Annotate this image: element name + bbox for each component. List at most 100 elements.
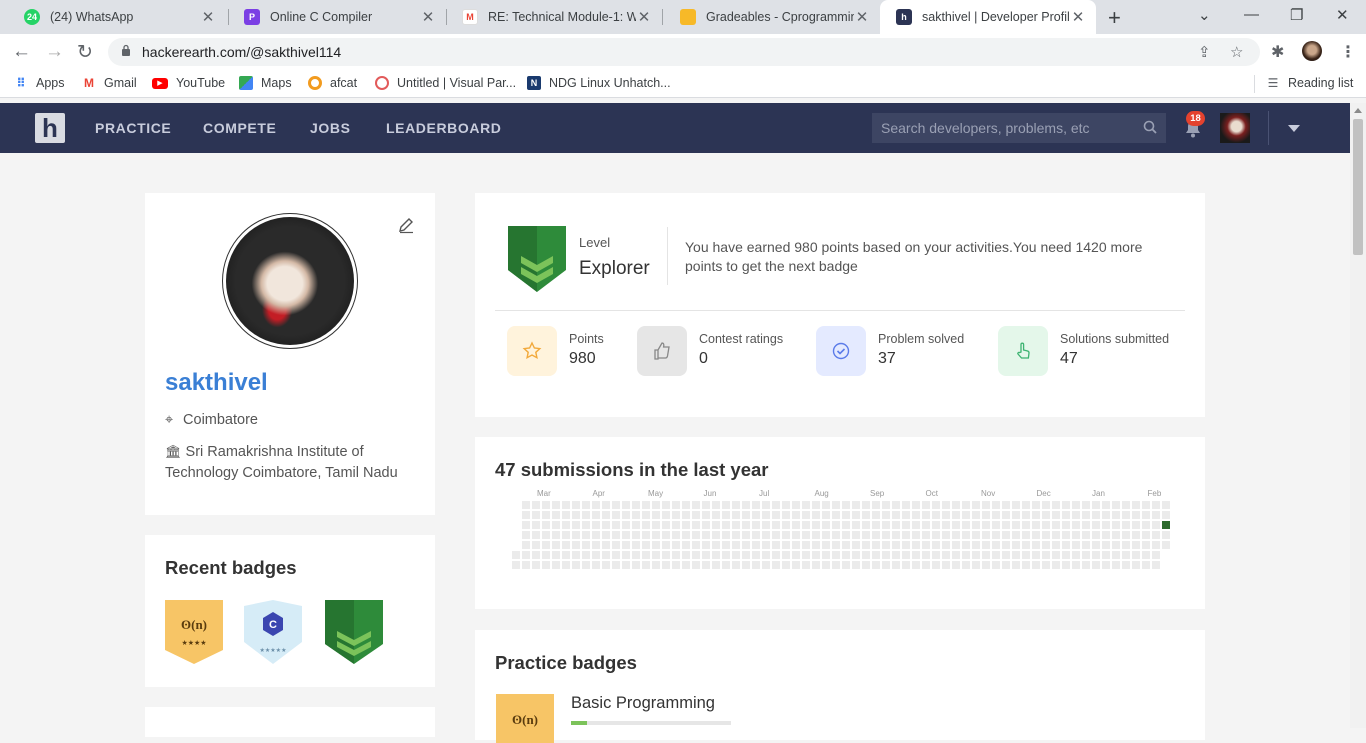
new-tab-icon[interactable]: + (1108, 5, 1121, 31)
nav-compete[interactable]: COMPETE (203, 120, 276, 136)
heatmap-cell (662, 541, 670, 549)
heatmap-cell (972, 511, 980, 519)
bookmark-ndg-linux[interactable]: N NDG Linux Unhatch... (527, 76, 671, 90)
reload-icon[interactable]: ↻ (77, 41, 93, 64)
heatmap-cell (1162, 521, 1170, 529)
badge-complexity[interactable]: ʘ(n) ★★★★ (163, 598, 225, 666)
heatmap-cell (642, 511, 650, 519)
tab-whatsapp[interactable]: 24 (24) WhatsApp ✕ (8, 0, 226, 34)
heatmap-cell (732, 551, 740, 559)
heatmap-cell (1062, 541, 1070, 549)
heatmap-cell (572, 501, 580, 509)
bookmark-maps[interactable]: Maps (239, 76, 292, 90)
omnibox[interactable]: hackerearth.com/@sakthivel114 ⇪ ☆ (108, 38, 1260, 66)
bookmark-apps[interactable]: ⠿ Apps (14, 76, 65, 90)
bookmark-youtube[interactable]: ▶ YouTube (152, 76, 225, 90)
heatmap-cell (1082, 551, 1090, 559)
close-icon[interactable]: ✕ (1070, 8, 1086, 26)
tab-gmail-message[interactable]: M RE: Technical Module-1: Wee ✕ (446, 0, 662, 34)
heatmap-cell (922, 551, 930, 559)
bookmark-star-icon[interactable]: ☆ (1230, 43, 1243, 61)
heatmap-cell (662, 561, 670, 569)
tab-gradeables[interactable]: Gradeables - Cprogramming ✕ (664, 0, 880, 34)
heatmap-cell (622, 561, 630, 569)
heatmap-cell (902, 531, 910, 539)
edit-pencil-icon[interactable] (397, 216, 415, 234)
heatmap-cell (682, 511, 690, 519)
url-text[interactable]: hackerearth.com/@sakthivel114 (142, 44, 341, 60)
heatmap-cell (692, 511, 700, 519)
stat-label: Contest ratings (699, 332, 784, 346)
heatmap-cell (762, 521, 770, 529)
forward-icon[interactable]: → (45, 41, 64, 63)
browser-profile-avatar[interactable] (1302, 41, 1322, 61)
heatmap-cell (632, 541, 640, 549)
search-input[interactable] (872, 113, 1166, 143)
heatmap-cell (532, 551, 540, 559)
nav-practice[interactable]: PRACTICE (95, 120, 171, 136)
badge-c-language[interactable]: C ★★★★★ (242, 598, 304, 666)
bookmark-visual-paradigm[interactable]: Untitled | Visual Par... (375, 76, 516, 90)
extensions-icon[interactable]: ✱ (1271, 42, 1284, 62)
close-icon[interactable]: ✕ (200, 8, 216, 26)
tab-title: (24) WhatsApp (50, 10, 134, 24)
tab-online-c-compiler[interactable]: P Online C Compiler ✕ (228, 0, 446, 34)
heatmap-cell (1142, 561, 1150, 569)
page-scrollbar[interactable] (1350, 103, 1366, 728)
heatmap-cell (582, 521, 590, 529)
close-icon[interactable]: ✕ (854, 8, 870, 26)
restore-icon[interactable]: ❐ (1290, 6, 1303, 24)
badge-basic-programming[interactable]: ʘ(n) (495, 693, 555, 743)
heatmap-cell (672, 541, 680, 549)
heatmap-cell (982, 511, 990, 519)
heatmap-cell (802, 541, 810, 549)
tab-developer-profile[interactable]: h sakthivel | Developer Profile o ✕ (880, 0, 1096, 34)
nav-jobs[interactable]: JOBS (310, 120, 351, 136)
recent-badges-title: Recent badges (165, 557, 297, 578)
heatmap-cell (1162, 531, 1170, 539)
close-icon[interactable]: ✕ (636, 8, 652, 26)
chevron-down-icon[interactable] (1288, 125, 1300, 132)
minimize-icon[interactable]: — (1244, 6, 1259, 23)
reading-list-icon: ☰ (1267, 76, 1279, 90)
heatmap-cell (782, 531, 790, 539)
heatmap-cell (922, 541, 930, 549)
menu-kebab-icon[interactable]: ⋮ (1340, 42, 1356, 62)
heatmap-cell (762, 501, 770, 509)
heatmap-cell (612, 531, 620, 539)
nav-leaderboard[interactable]: LEADERBOARD (386, 120, 502, 136)
heatmap-cell (852, 521, 860, 529)
heatmap-cell (1112, 551, 1120, 559)
share-icon[interactable]: ⇪ (1198, 43, 1211, 61)
heatmap-cell (702, 521, 710, 529)
heatmap-cell (772, 531, 780, 539)
stat-label: Problem solved (878, 332, 965, 346)
heatmap-month-label: Aug (814, 489, 829, 498)
heatmap-cell (752, 561, 760, 569)
heatmap-cell (972, 541, 980, 549)
hackerearth-logo[interactable]: h (35, 113, 65, 143)
scrollbar-thumb[interactable] (1353, 119, 1363, 255)
heatmap-cell (1152, 541, 1160, 549)
heatmap-cell (552, 501, 560, 509)
stat-label: Solutions submitted (1060, 332, 1170, 346)
window-close-icon[interactable]: ✕ (1336, 6, 1349, 24)
tab-search-icon[interactable]: ⌄ (1198, 6, 1211, 24)
heatmap-cell (912, 531, 920, 539)
bookmark-afcat[interactable]: afcat (308, 76, 357, 90)
heatmap-cell (702, 561, 710, 569)
heatmap-cell (772, 541, 780, 549)
heatmap-cell (842, 531, 850, 539)
scroll-up-icon[interactable] (1354, 108, 1362, 113)
badge-explorer-shield[interactable] (323, 598, 385, 666)
heatmap-cell (862, 541, 870, 549)
search-icon[interactable] (1143, 120, 1157, 134)
bookmark-label: Apps (36, 76, 65, 90)
bookmark-gmail[interactable]: M Gmail (82, 76, 137, 90)
reading-list[interactable]: ☰ Reading list (1266, 76, 1354, 90)
avatar[interactable] (1220, 113, 1250, 143)
heatmap-month-label: Nov (981, 489, 996, 498)
back-icon[interactable]: ← (12, 41, 31, 63)
close-icon[interactable]: ✕ (420, 8, 436, 26)
heatmap-cell (812, 511, 820, 519)
